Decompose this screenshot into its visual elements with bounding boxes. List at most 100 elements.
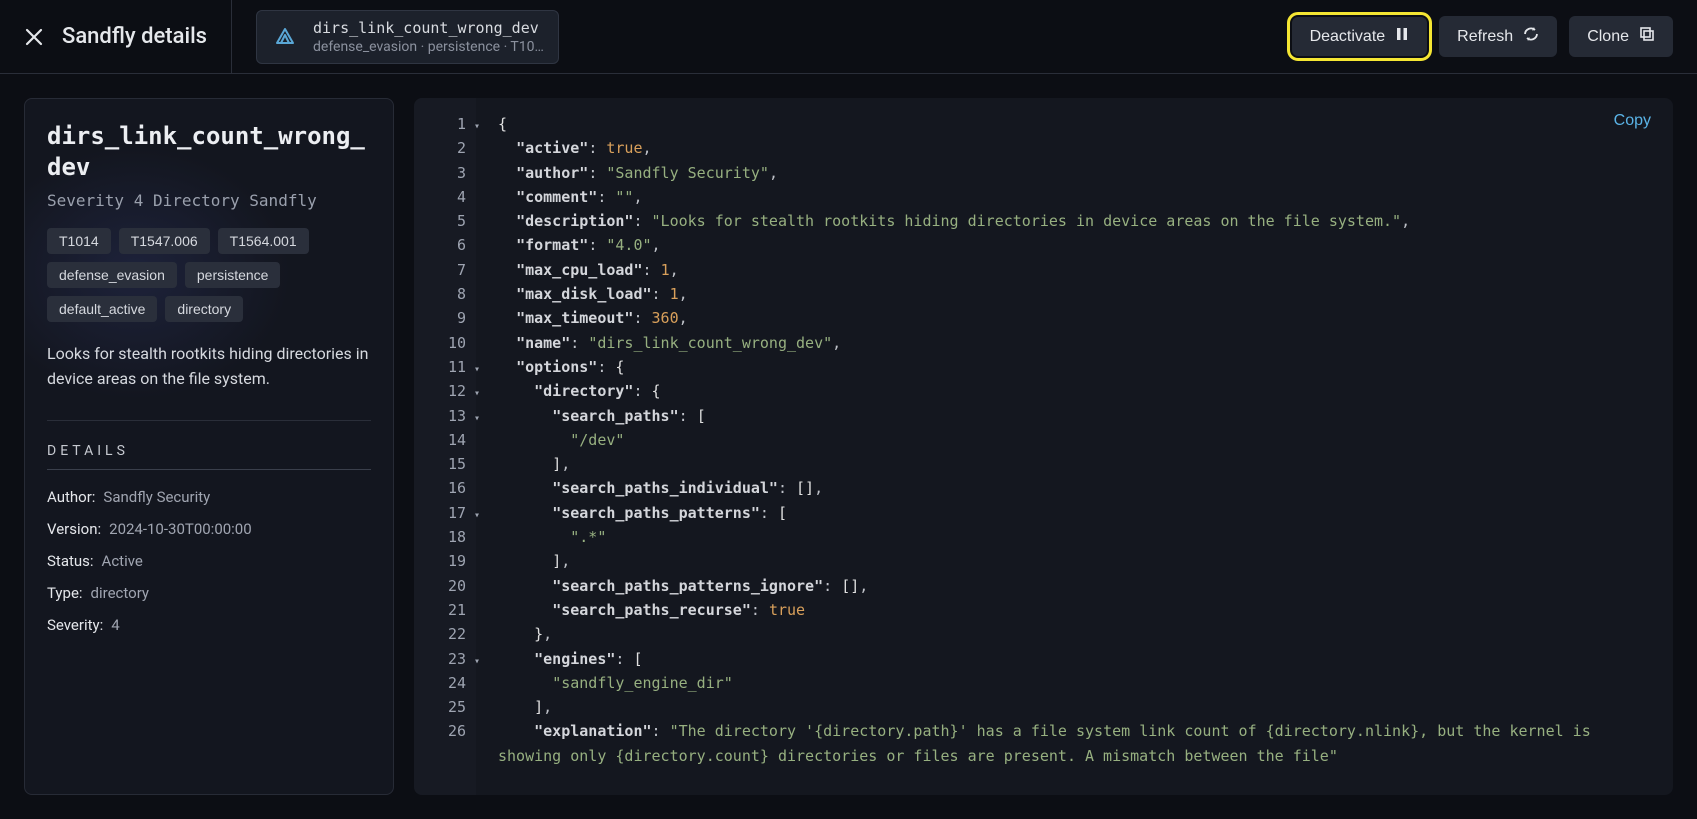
clone-label: Clone — [1587, 28, 1629, 46]
json-editor: Copy 12345678910111213141516171819202122… — [414, 98, 1673, 795]
gutter-line: 2 — [414, 136, 470, 160]
tag[interactable]: default_active — [47, 296, 157, 322]
code-line: "max_disk_load": 1, — [498, 282, 1655, 306]
clone-button[interactable]: Clone — [1569, 16, 1673, 57]
gutter-line: 13 — [414, 404, 470, 428]
gutter-line: 26 — [414, 719, 470, 743]
detail-label: Author: — [47, 488, 95, 506]
detail-status: Status: Active — [47, 552, 371, 570]
header-actions: Deactivate Refresh Clone — [1292, 16, 1673, 57]
side-panel: dirs_link_count_wrong_dev Severity 4 Dir… — [24, 98, 394, 795]
code-line: }, — [498, 622, 1655, 646]
code-line: "comment": "", — [498, 185, 1655, 209]
copy-button[interactable]: Copy — [1614, 112, 1651, 130]
code-line: "explanation": "The directory '{director… — [498, 719, 1655, 768]
tag[interactable]: persistence — [185, 262, 281, 288]
gutter-line: 23 — [414, 647, 470, 671]
refresh-label: Refresh — [1457, 28, 1513, 46]
gutter-line: 12 — [414, 379, 470, 403]
code-line: ], — [498, 549, 1655, 573]
content-area: dirs_link_count_wrong_dev Severity 4 Dir… — [0, 74, 1697, 819]
tag[interactable]: T1547.006 — [119, 228, 210, 254]
gutter-line: 19 — [414, 549, 470, 573]
code-line: "author": "Sandfly Security", — [498, 161, 1655, 185]
gutter-line: 7 — [414, 258, 470, 282]
gutter-line: 9 — [414, 306, 470, 330]
detail-value: Sandfly Security — [103, 488, 210, 506]
gutter-line: 15 — [414, 452, 470, 476]
code-line: "name": "dirs_link_count_wrong_dev", — [498, 331, 1655, 355]
detail-label: Type: — [47, 584, 83, 602]
detail-label: Severity: — [47, 616, 103, 634]
line-gutter: 1234567891011121314151617181920212223242… — [414, 98, 476, 795]
chip-text: dirs_link_count_wrong_dev defense_evasio… — [313, 19, 544, 55]
code-line: ".*" — [498, 525, 1655, 549]
gutter-line: 17 — [414, 501, 470, 525]
code-line: "max_cpu_load": 1, — [498, 258, 1655, 282]
code-line: "max_timeout": 360, — [498, 306, 1655, 330]
gutter-line: 10 — [414, 331, 470, 355]
code-line: "description": "Looks for stealth rootki… — [498, 209, 1655, 233]
refresh-button[interactable]: Refresh — [1439, 16, 1557, 57]
chip-subtitle: defense_evasion · persistence · T10… — [313, 39, 544, 55]
details-header: DETAILS — [47, 443, 371, 470]
gutter-line: 25 — [414, 695, 470, 719]
breadcrumb-chip[interactable]: dirs_link_count_wrong_dev defense_evasio… — [256, 10, 559, 64]
code-line: "options": { — [498, 355, 1655, 379]
code-line: "engines": [ — [498, 647, 1655, 671]
divider — [47, 420, 371, 421]
header-left: Sandfly details — [24, 0, 232, 73]
gutter-line: 4 — [414, 185, 470, 209]
gutter-line: 18 — [414, 525, 470, 549]
code-line: "search_paths_recurse": true — [498, 598, 1655, 622]
sandfly-description: Looks for stealth rootkits hiding direct… — [47, 342, 371, 392]
gutter-line: 14 — [414, 428, 470, 452]
code-line: "search_paths_individual": [], — [498, 476, 1655, 500]
sandfly-subtitle: Severity 4 Directory Sandfly — [47, 191, 371, 210]
tag-list: T1014 T1547.006 T1564.001 defense_evasion pe… — [47, 228, 371, 322]
detail-severity: Severity: 4 — [47, 616, 371, 634]
detail-value: 2024-10-30T00:00:00 — [109, 520, 252, 538]
detail-version: Version: 2024-10-30T00:00:00 — [47, 520, 371, 538]
code-line: "search_paths": [ — [498, 404, 1655, 428]
sandfly-name: dirs_link_count_wrong_dev — [47, 121, 371, 183]
tag[interactable]: directory — [165, 296, 243, 322]
close-icon[interactable] — [24, 27, 44, 47]
tag[interactable]: T1564.001 — [218, 228, 309, 254]
gutter-line: 5 — [414, 209, 470, 233]
code-line: "search_paths_patterns": [ — [498, 501, 1655, 525]
gutter-line: 22 — [414, 622, 470, 646]
detail-value: 4 — [111, 616, 119, 634]
page-title: Sandfly details — [62, 24, 207, 49]
code-line: { — [498, 112, 1655, 136]
gutter-line: 16 — [414, 476, 470, 500]
gutter-line: 11 — [414, 355, 470, 379]
code-line: "active": true, — [498, 136, 1655, 160]
deactivate-button[interactable]: Deactivate — [1292, 17, 1428, 56]
gutter-line: 6 — [414, 233, 470, 257]
code-line: "format": "4.0", — [498, 233, 1655, 257]
gutter-line: 20 — [414, 574, 470, 598]
detail-value: directory — [91, 584, 149, 602]
code-line: ], — [498, 452, 1655, 476]
gutter-line: 21 — [414, 598, 470, 622]
code-line: "search_paths_patterns_ignore": [], — [498, 574, 1655, 598]
code-line: "/dev" — [498, 428, 1655, 452]
code-view[interactable]: { "active": true, "author": "Sandfly Sec… — [476, 98, 1673, 795]
code-line: "sandfly_engine_dir" — [498, 671, 1655, 695]
header-bar: Sandfly details dirs_link_count_wrong_de… — [0, 0, 1697, 74]
gutter-line: 3 — [414, 161, 470, 185]
code-line: "directory": { — [498, 379, 1655, 403]
refresh-icon — [1523, 26, 1539, 47]
detail-label: Version: — [47, 520, 101, 538]
detail-label: Status: — [47, 552, 94, 570]
copy-icon — [1639, 26, 1655, 47]
chip-title: dirs_link_count_wrong_dev — [313, 19, 544, 37]
detail-value: Active — [102, 552, 143, 570]
gutter-line: 24 — [414, 671, 470, 695]
tag[interactable]: T1014 — [47, 228, 111, 254]
deactivate-label: Deactivate — [1310, 28, 1386, 46]
detail-author: Author: Sandfly Security — [47, 488, 371, 506]
tag[interactable]: defense_evasion — [47, 262, 177, 288]
gutter-line: 8 — [414, 282, 470, 306]
